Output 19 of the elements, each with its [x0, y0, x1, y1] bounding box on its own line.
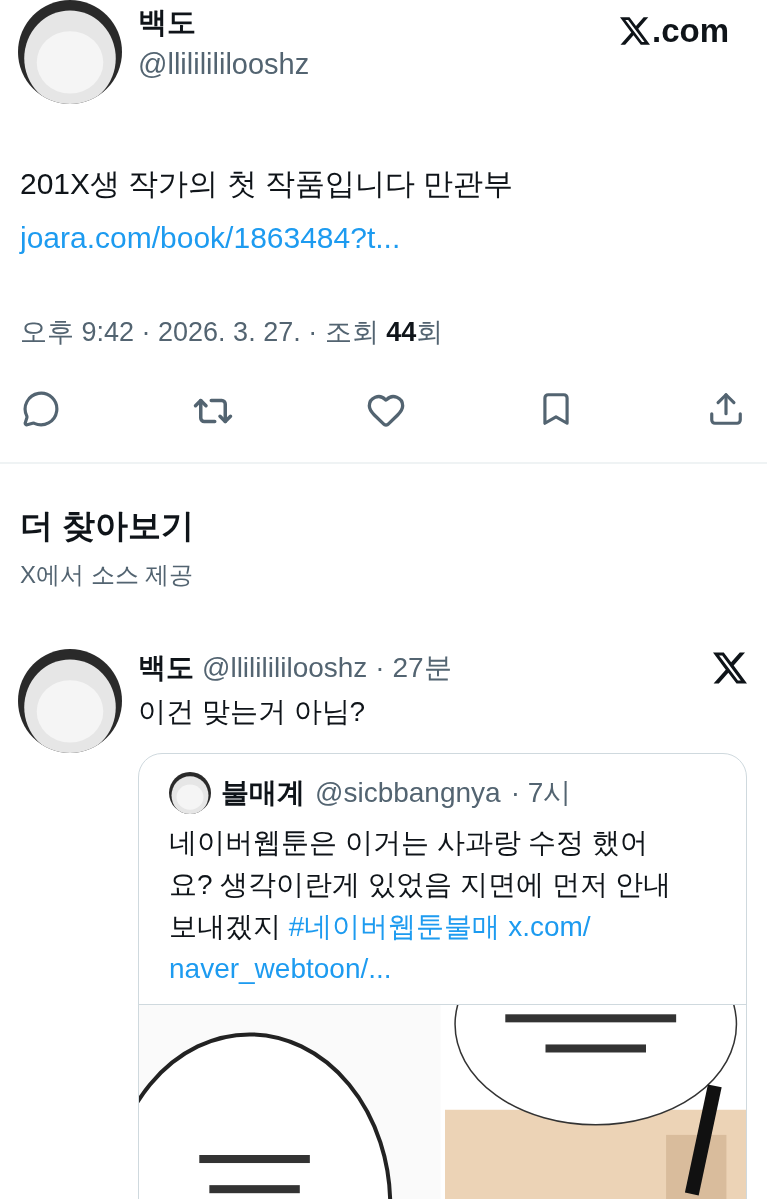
quoted-text: 네이버웹툰은 이거는 사과랑 수정 했어요? 생각이란게 있었음 지면에 먼저 안내 보내겠지 #네이버웹툰불매 x.com/ naver_webtoon/...	[169, 826, 673, 986]
quoted-post[interactable]: 불매계 @sicbbangnya · 7시 네이버웹툰은 이거는 사과랑 수정 했어요? 생각이란게 있었음 지면에 먼저 안내 보내겠지 #네이버웹툰불매 x.com/ naver_webtoon/...	[138, 753, 747, 1199]
avatar[interactable]	[169, 772, 211, 814]
author-handle[interactable]: @llililililooshz	[202, 652, 368, 684]
x-logo-icon	[713, 652, 747, 684]
section-title: 더 찾아보기	[19, 506, 196, 546]
author-name[interactable]: 백도	[138, 2, 604, 42]
x-logo-icon	[619, 17, 650, 45]
author-handle[interactable]: @llililililooshz	[138, 42, 604, 86]
author-handle[interactable]: @sicbbangnya	[315, 777, 501, 809]
post-time: · 27분	[375, 651, 452, 685]
post-time: · 7시	[510, 776, 572, 810]
author-name[interactable]: 백도	[138, 649, 194, 687]
tweet-meta: 오후 9:42 · 2026. 3. 27. · 조회 44회	[19, 316, 445, 349]
brand-text: .com	[651, 12, 729, 50]
section-subtitle: X에서 소스 제공	[19, 560, 195, 590]
author-name[interactable]: 불매계	[221, 774, 305, 812]
tweet-text: 201X생 작가의 첫 작품입니다 만관부	[20, 167, 514, 200]
reply-text: 이건 맞는거 아님?	[138, 695, 367, 729]
